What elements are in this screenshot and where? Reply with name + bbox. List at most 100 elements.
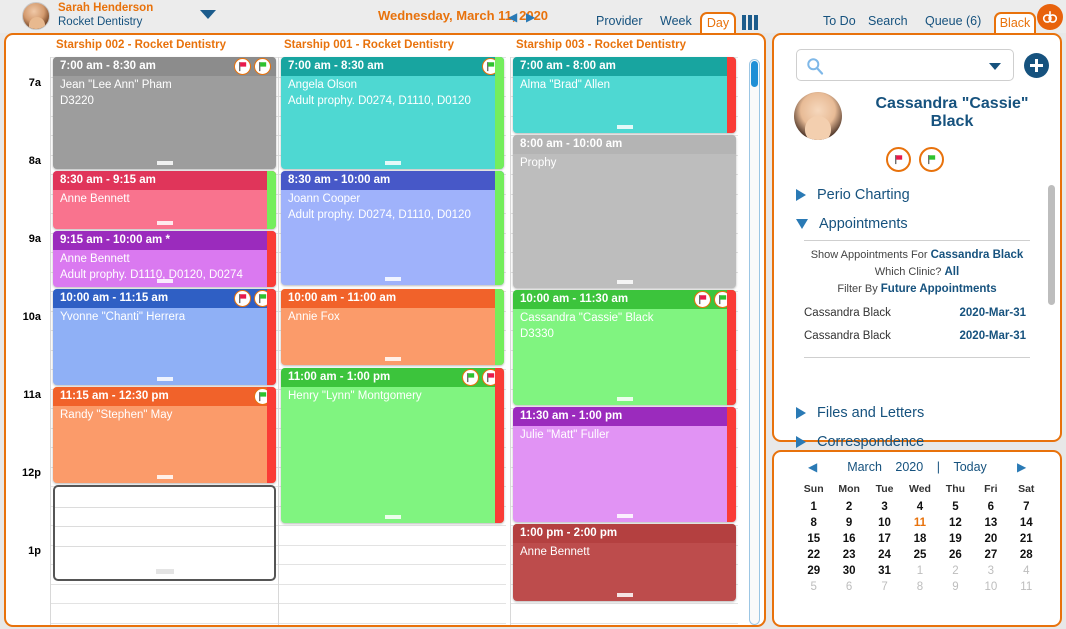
calendar-today-button[interactable]: Today	[953, 460, 986, 474]
resize-handle[interactable]	[157, 221, 173, 225]
appointment-block[interactable]: 8:00 am - 10:00 amProphy	[513, 135, 736, 288]
calendar-day[interactable]: 17	[867, 533, 902, 545]
resize-handle[interactable]	[385, 357, 401, 361]
calendar-day[interactable]: 7	[1009, 501, 1044, 513]
appointment-block[interactable]: 7:00 am - 8:00 amAlma "Brad" Allen	[513, 57, 736, 133]
filter-show-appointments-for[interactable]: Show Appointments For Cassandra Black	[792, 249, 1042, 261]
red-flag-icon[interactable]	[234, 290, 251, 307]
patient-red-flag-icon[interactable]	[886, 147, 911, 172]
calendar-day[interactable]: 9	[831, 517, 866, 529]
calendar-day[interactable]: 7	[867, 581, 902, 593]
green-flag-icon[interactable]	[254, 58, 271, 75]
resize-handle[interactable]	[157, 279, 173, 283]
calendar-day[interactable]: 27	[973, 549, 1008, 561]
section-correspondence[interactable]: Correspondence	[796, 434, 924, 450]
calendar-day[interactable]: 8	[902, 581, 937, 593]
tab-patient-black[interactable]: Black	[994, 12, 1036, 34]
user-menu[interactable]: Sarah Henderson Rocket Dentistry	[22, 2, 153, 30]
resize-handle[interactable]	[385, 161, 401, 165]
calendar-day[interactable]: 9	[938, 581, 973, 593]
filter-value[interactable]: Cassandra Black	[931, 249, 1024, 261]
filter-which-clinic[interactable]: Which Clinic? All	[792, 266, 1042, 278]
calendar-day[interactable]: 6	[831, 581, 866, 593]
calendar-day[interactable]: 26	[938, 549, 973, 561]
resize-handle[interactable]	[617, 593, 633, 597]
resize-handle[interactable]	[617, 125, 633, 129]
add-patient-button[interactable]	[1024, 53, 1049, 78]
calendar-day[interactable]: 2	[831, 501, 866, 513]
calendar-day[interactable]: 29	[796, 565, 831, 577]
appointment-block[interactable]: 10:00 am - 11:00 amAnnie Fox	[281, 289, 504, 365]
patient-panel-scrollbar[interactable]	[1048, 185, 1055, 305]
calendar-day[interactable]: 14	[1009, 517, 1044, 529]
calendar-day[interactable]: 8	[796, 517, 831, 529]
red-flag-icon[interactable]	[234, 58, 251, 75]
rocket-dentistry-logo-icon[interactable]	[1037, 4, 1063, 30]
calendar-day[interactable]: 20	[973, 533, 1008, 545]
calendar-day[interactable]: 4	[1009, 565, 1044, 577]
appointment-list-item[interactable]: Cassandra Black2020-Mar-31	[804, 307, 1044, 319]
calendar-day[interactable]: 18	[902, 533, 937, 545]
nav-queue[interactable]: Queue (6)	[925, 14, 981, 28]
selected-empty-slot[interactable]	[53, 485, 276, 581]
calendar-day[interactable]: 30	[831, 565, 866, 577]
green-flag-icon[interactable]	[462, 369, 479, 386]
appointment-block[interactable]: 1:00 pm - 2:00 pmAnne Bennett	[513, 524, 736, 601]
columns-view-icon[interactable]	[742, 15, 758, 30]
calendar-day[interactable]: 28	[1009, 549, 1044, 561]
calendar-day[interactable]: 1	[902, 565, 937, 577]
schedule-scrollbar-thumb[interactable]	[751, 61, 758, 87]
calendar-day[interactable]: 5	[796, 581, 831, 593]
calendar-day[interactable]: 24	[867, 549, 902, 561]
appointment-block[interactable]: 9:15 am - 10:00 am *Anne BennettAdult pr…	[53, 231, 276, 287]
schedule-column[interactable]: 7:00 am - 8:00 amAlma "Brad" Allen8:00 a…	[510, 57, 738, 627]
search-input[interactable]	[796, 49, 1014, 81]
nav-week[interactable]: Week	[660, 14, 692, 28]
nav-todo[interactable]: To Do	[823, 14, 856, 28]
chevron-down-icon[interactable]	[200, 10, 216, 19]
resize-handle[interactable]	[157, 475, 173, 479]
red-flag-icon[interactable]	[694, 291, 711, 308]
prev-day-button[interactable]: ◀	[508, 11, 517, 23]
chevron-down-icon[interactable]	[989, 63, 1001, 70]
nav-search[interactable]: Search	[868, 14, 908, 28]
resize-handle[interactable]	[385, 515, 401, 519]
calendar-day[interactable]: 31	[867, 565, 902, 577]
section-files-and-letters[interactable]: Files and Letters	[796, 405, 924, 421]
appointment-block[interactable]: 7:00 am - 8:30 amJean "Lee Ann" PhamD322…	[53, 57, 276, 169]
calendar-day[interactable]: 19	[938, 533, 973, 545]
appointment-block[interactable]: 10:00 am - 11:30 amCassandra "Cassie" Bl…	[513, 290, 736, 405]
appointment-block[interactable]: 8:30 am - 10:00 amJoann CooperAdult prop…	[281, 171, 504, 285]
calendar-day[interactable]: 16	[831, 533, 866, 545]
appointment-block[interactable]: 7:00 am - 8:30 amAngela OlsonAdult proph…	[281, 57, 504, 169]
calendar-day[interactable]: 3	[973, 565, 1008, 577]
calendar-day[interactable]: 3	[867, 501, 902, 513]
calendar-day[interactable]: 2	[938, 565, 973, 577]
filter-value[interactable]: Future Appointments	[881, 283, 997, 295]
section-perio-charting[interactable]: Perio Charting	[796, 187, 910, 203]
filter-value[interactable]: All	[944, 266, 959, 278]
calendar-day[interactable]: 6	[973, 501, 1008, 513]
section-appointments[interactable]: Appointments	[796, 216, 908, 232]
next-day-button[interactable]: ▶	[526, 11, 535, 23]
appointment-block[interactable]: 11:30 am - 1:00 pmJulie "Matt" Fuller	[513, 407, 736, 522]
calendar-month[interactable]: March	[847, 460, 882, 474]
calendar-day[interactable]: 21	[1009, 533, 1044, 545]
calendar-day[interactable]: 11	[902, 517, 937, 529]
calendar-day[interactable]: 23	[831, 549, 866, 561]
tab-day[interactable]: Day	[700, 12, 736, 34]
resize-handle[interactable]	[157, 377, 173, 381]
calendar-day[interactable]: 25	[902, 549, 937, 561]
calendar-year[interactable]: 2020	[895, 460, 923, 474]
appointment-block[interactable]: 11:00 am - 1:00 pmHenry "Lynn" Montgomer…	[281, 368, 504, 523]
calendar-day[interactable]: 13	[973, 517, 1008, 529]
calendar-day[interactable]: 15	[796, 533, 831, 545]
calendar-day[interactable]: 11	[1009, 581, 1044, 593]
appointment-block[interactable]: 11:15 am - 12:30 pmRandy "Stephen" May	[53, 387, 276, 483]
resize-handle[interactable]	[156, 569, 174, 574]
calendar-next-month-button[interactable]: ▶	[1017, 460, 1026, 474]
resize-handle[interactable]	[385, 277, 401, 281]
appointment-block[interactable]: 10:00 am - 11:15 amYvonne "Chanti" Herre…	[53, 289, 276, 385]
schedule-scrollbar[interactable]	[749, 59, 760, 625]
nav-provider[interactable]: Provider	[596, 14, 643, 28]
